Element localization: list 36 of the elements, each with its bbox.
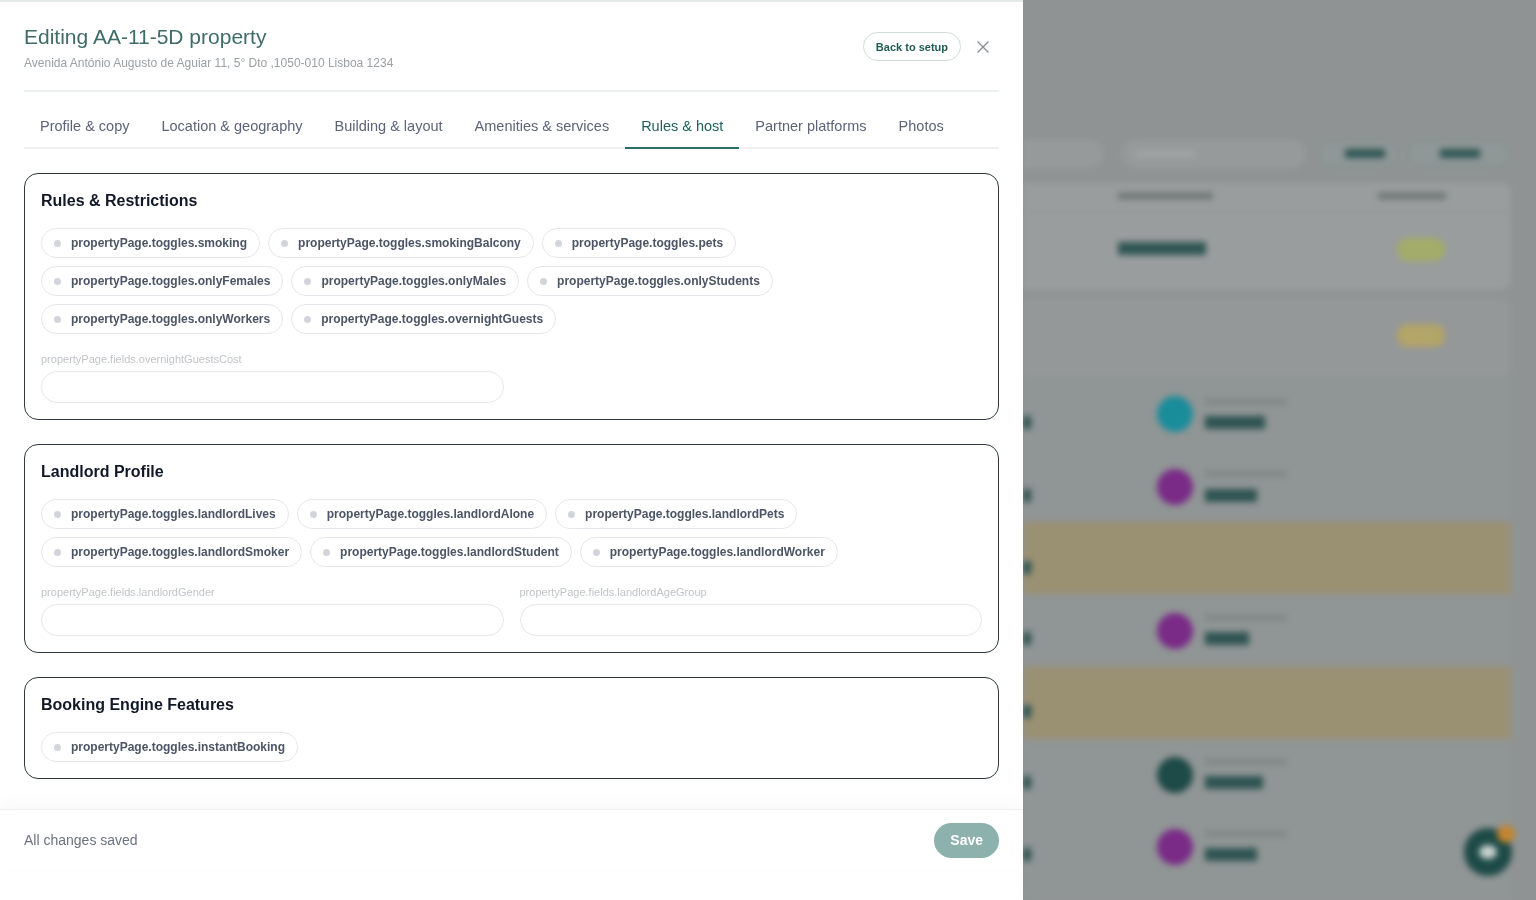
section-title: Rules & Restrictions — [41, 191, 199, 211]
field-label: propertyPage.fields.landlordAgeGroup — [519, 585, 708, 599]
toggle-chip[interactable]: propertyPage.toggles.smokingBalcony — [268, 228, 534, 258]
text-field[interactable] — [519, 604, 982, 636]
tab[interactable]: Profile & copy — [24, 108, 146, 149]
close-icon[interactable] — [977, 40, 989, 53]
toggle-chip[interactable]: propertyPage.toggles.pets — [541, 228, 737, 258]
tab[interactable]: Building & layout — [318, 108, 459, 149]
toggle-chip[interactable]: propertyPage.toggles.landlordPets — [555, 499, 798, 529]
field-label: propertyPage.fields.landlordGender — [41, 585, 216, 599]
toggle-chip[interactable]: propertyPage.toggles.landlordStudent — [310, 537, 572, 567]
back-to-setup-button[interactable]: Back to setup — [862, 32, 961, 61]
field-label: propertyPage.fields.overnightGuestsCost — [41, 352, 243, 366]
save-status-text: All changes saved — [24, 832, 138, 848]
toggle-chip[interactable]: propertyPage.toggles.onlyFemales — [41, 266, 284, 296]
toggle-chip[interactable]: propertyPage.toggles.onlyWorkers — [41, 304, 284, 334]
toggle-chip[interactable]: propertyPage.toggles.overnightGuests — [291, 304, 557, 334]
text-field[interactable] — [41, 371, 504, 403]
toggle-chip[interactable]: propertyPage.toggles.instantBooking — [41, 732, 299, 762]
toggle-chip[interactable]: propertyPage.toggles.smoking — [41, 228, 261, 258]
page-title: Editing AA-11-5D property — [24, 24, 268, 50]
section-title: Booking Engine Features — [41, 695, 235, 715]
toggle-chip[interactable]: propertyPage.toggles.landlordAlone — [296, 499, 548, 529]
toggle-chip[interactable]: propertyPage.toggles.onlyMales — [291, 266, 520, 296]
tab[interactable]: Photos — [882, 108, 960, 149]
toggle-chip[interactable]: propertyPage.toggles.landlordSmoker — [41, 537, 303, 567]
address-text: Avenida António Augusto de Aguiar 11, 5° Dto ,1050-010 Lisboa 1234 — [24, 56, 394, 70]
toggle-chip[interactable]: propertyPage.toggles.landlordWorker — [579, 537, 838, 567]
section-title: Landlord Profile — [41, 462, 165, 482]
tab[interactable]: Amenities & services — [458, 108, 626, 149]
tab[interactable]: Location & geography — [145, 108, 319, 149]
tab[interactable]: Rules & host — [625, 108, 740, 149]
toggle-chip[interactable]: propertyPage.toggles.landlordLives — [41, 499, 289, 529]
tab[interactable]: Partner platforms — [739, 108, 883, 149]
toggle-chip[interactable]: propertyPage.toggles.onlyStudents — [527, 266, 773, 296]
text-field[interactable] — [41, 604, 504, 636]
